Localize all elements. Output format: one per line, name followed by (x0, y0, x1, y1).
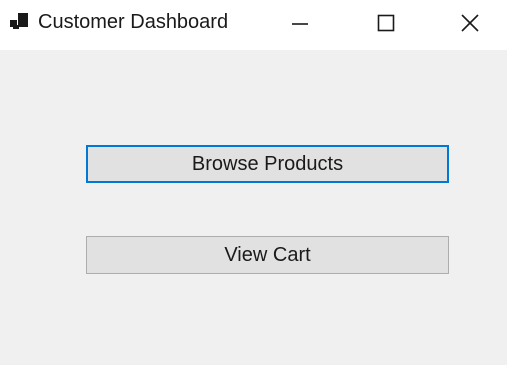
maximize-icon (377, 14, 395, 32)
app-window-icon (10, 13, 28, 29)
browse-products-label: Browse Products (191, 152, 344, 175)
client-area: Browse Products View Cart (0, 50, 507, 365)
minimize-button[interactable] (271, 0, 329, 46)
window-title: Customer Dashboard (38, 11, 229, 33)
maximize-button[interactable] (357, 0, 415, 46)
view-cart-button[interactable]: View Cart (86, 236, 449, 274)
view-cart-label: View Cart (224, 243, 311, 266)
close-icon (461, 14, 479, 32)
customer-dashboard-window: Customer Dashboard Browse Products View … (0, 0, 511, 365)
minimize-icon (292, 23, 308, 25)
close-button[interactable] (441, 0, 499, 46)
browse-products-button[interactable]: Browse Products (86, 145, 449, 183)
title-bar[interactable]: Customer Dashboard (0, 0, 511, 46)
